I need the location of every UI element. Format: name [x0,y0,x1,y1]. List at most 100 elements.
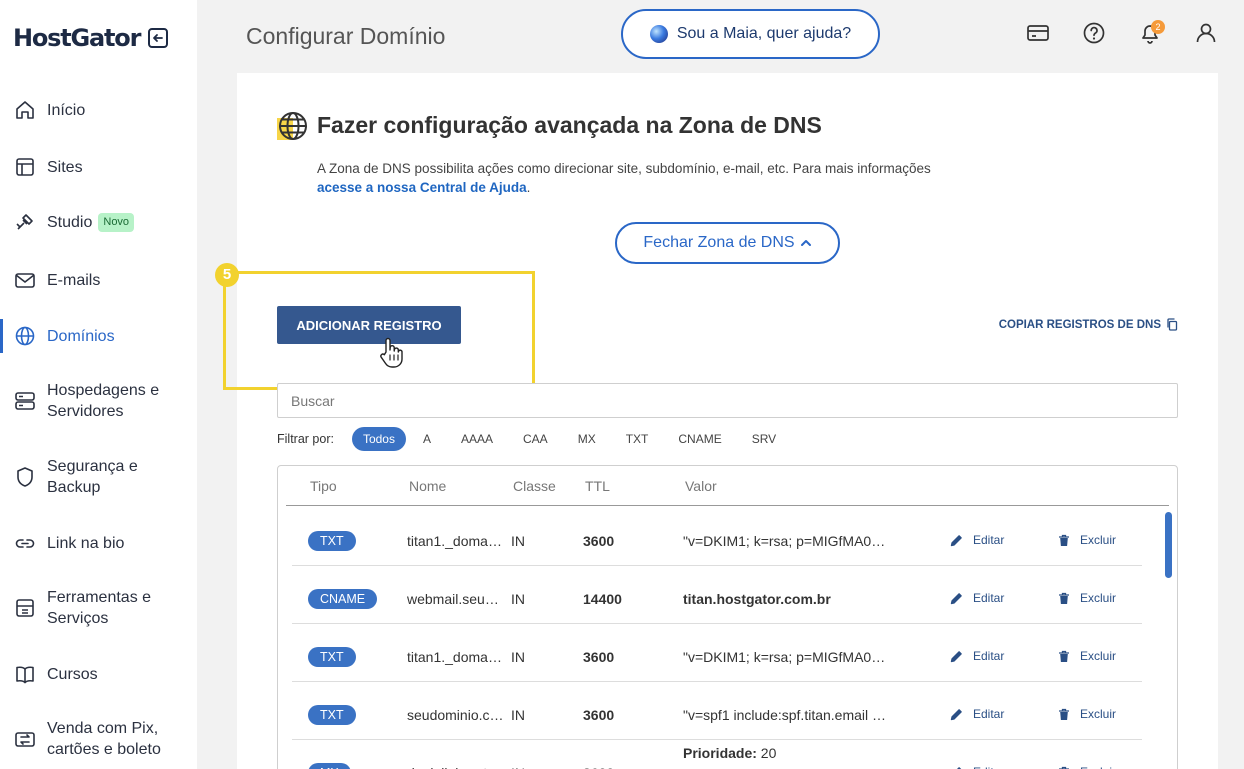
table-row: TXT titan1._domainkey IN 3600 "v=DKIM1; … [278,508,1177,566]
hostgator-logo[interactable]: HostGator [13,24,141,52]
filter-chip-txt[interactable]: TXT [626,432,649,446]
edit-record-button[interactable]: Editar [950,591,1004,605]
delete-label: Excluir [1080,707,1117,721]
record-class: IN [511,591,525,607]
record-value: "v=spf1 include:spf.titan.email ~all" [683,707,888,723]
edit-record-button[interactable]: Editar [950,533,1004,547]
home-icon [16,101,34,119]
sidebar-item-label: Cursos [47,665,98,683]
filter-chip-mx[interactable]: MX [578,432,596,446]
server-icon [15,392,35,410]
record-value: "v=DKIM1; k=rsa; p=MIGfMA0GCSqGSIb3" [683,649,888,665]
pencil-icon [950,592,962,604]
help-icon[interactable] [1081,20,1107,46]
delete-label: Excluir [1080,591,1117,605]
filter-chip-cname[interactable]: CNAME [678,432,721,446]
filter-chip-todos[interactable]: Todos [351,427,406,451]
collapse-sidebar-button[interactable] [148,28,169,48]
delete-record-button[interactable]: Excluir [1058,533,1116,547]
dns-globe-badge [277,110,309,142]
record-name: seudominio.com.br [407,707,505,723]
sidebar-item-label: Domínios [47,327,115,345]
add-record-button[interactable]: ADICIONAR REGISTRO [277,306,461,344]
sidebar-item-inicio[interactable]: Início [0,99,197,121]
close-dns-zone-label: Fechar Zona de DNS [643,234,795,251]
globe-icon [15,326,35,346]
sidebar-item-emails[interactable]: E-mails [0,269,197,291]
shield-icon [17,467,33,487]
sidebar-item-dominios[interactable]: Domínios [0,319,197,353]
filter-chip-srv[interactable]: SRV [752,432,776,446]
transfer-icon [15,732,35,747]
card-icon[interactable] [1025,20,1051,46]
user-icon[interactable] [1193,20,1219,46]
record-name: titan1._domainkey [407,533,505,549]
sidebar-item-link-na-bio[interactable]: Link na bio [0,532,197,554]
table-row: CNAME webmail.seudominio IN 14400 titan.… [278,566,1177,624]
logo-row: HostGator [13,24,169,52]
sidebar-item-label: E-mails [47,271,101,289]
record-ttl: 14400 [583,591,622,607]
record-ttl: 3600 [583,707,615,723]
link-icon [15,539,35,548]
pencil-icon [956,766,962,769]
sidebar-item-label: Venda com Pix, cartões e boleto [47,720,161,758]
trash-icon [1059,534,1069,546]
assistant-orb-icon [649,25,668,43]
globe-icon [279,112,307,140]
help-suffix: . [526,180,531,195]
sidebar-item-venda[interactable]: Venda com Pix, cartões e boleto [0,718,197,760]
record-type-badge: MX [308,763,351,769]
edit-record-button[interactable]: Editar [950,649,1004,663]
trash-icon [1059,708,1069,720]
hand-cursor-icon [380,337,403,368]
mail-icon [15,273,35,288]
copy-dns-records-link[interactable]: COPIAR REGISTROS DE DNS [999,318,1178,331]
window-icon [16,158,34,176]
record-name: daniellebarat [407,765,505,769]
header-divider [286,505,1169,506]
chevron-up-icon [800,240,811,246]
dns-title: Fazer configuração avançada na Zona de D… [317,112,822,138]
edit-record-button[interactable]: Editar [950,707,1004,721]
sidebar-item-hospedagens[interactable]: Hospedagens e Servidores [0,380,197,422]
filter-label: Filtrar por: [277,432,334,446]
filter-chip-a[interactable]: A [423,432,431,446]
sidebar: HostGator Início Sites Studio Novo E-mai… [0,0,197,769]
search-input[interactable] [277,383,1178,418]
edit-label: Editar [973,533,1005,547]
delete-record-button[interactable]: Excluir [1058,649,1116,663]
sidebar-item-cursos[interactable]: Cursos [0,663,197,685]
assistant-button[interactable]: Sou a Maia, quer ajuda? [621,9,880,59]
step-number-badge: 5 [215,263,239,287]
column-header-ttl: TTL [585,478,610,494]
filter-chip-caa[interactable]: CAA [523,432,548,446]
sidebar-item-label: Hospedagens e Servidores [47,382,160,420]
record-type-badge: TXT [308,531,356,551]
table-row: TXT titan1._domainkey IN 3600 "v=DKIM1; … [278,624,1177,682]
edit-label: Editar [973,649,1005,663]
sidebar-item-sites[interactable]: Sites [0,156,197,178]
arrow-left-icon [153,34,164,42]
delete-label: Excluir [1080,533,1117,547]
sidebar-item-label: Link na bio [47,534,125,552]
table-row: TXT seudominio.com.br IN 3600 "v=spf1 in… [278,682,1177,740]
record-ttl: 3600 [583,765,614,769]
edit-record-button[interactable]: Editar [950,765,1004,769]
help-center-link[interactable]: acesse a nossa Central de Ajuda [317,180,527,195]
table-scrollbar[interactable] [1165,512,1172,578]
filter-chip-aaaa[interactable]: AAAA [461,432,493,446]
record-ttl: 3600 [583,649,615,665]
dns-records-table: Tipo Nome Classe TTL Valor TXT titan1._d… [277,465,1178,769]
record-name: titan1._domainkey [407,649,505,665]
close-dns-zone-button[interactable]: Fechar Zona de DNS [615,222,840,264]
sidebar-item-studio[interactable]: Studio Novo [0,211,197,233]
record-name: webmail.seudominio [407,591,505,607]
delete-record-button[interactable]: Excluir [1058,707,1116,721]
sidebar-item-seguranca[interactable]: Segurança e Backup [0,456,197,498]
delete-record-button[interactable]: Excluir [1058,591,1116,605]
delete-record-button[interactable]: Excluir [1058,765,1116,769]
sidebar-item-ferramentas[interactable]: Ferramentas e Serviços [0,587,197,629]
column-header-nome: Nome [409,478,447,494]
sidebar-item-label: Ferramentas e Serviços [47,589,152,627]
